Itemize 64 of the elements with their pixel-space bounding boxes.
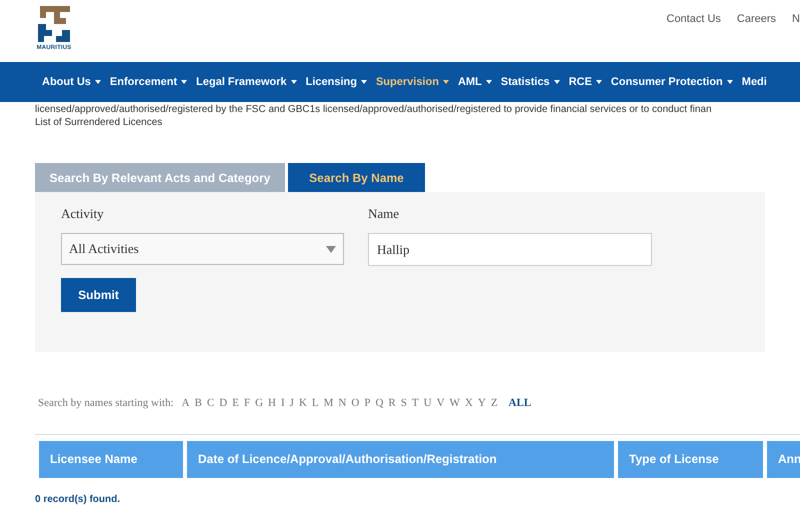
letter-link[interactable]: F [244, 395, 250, 412]
nav-item[interactable]: Legal Framework [196, 74, 297, 90]
letter-link[interactable]: R [388, 395, 396, 412]
nav-item[interactable]: AML [458, 74, 492, 90]
caret-icon [596, 80, 602, 84]
nav-item[interactable]: Consumer Protection [610, 74, 733, 90]
column-header: Type of License [618, 440, 763, 478]
caret-icon [290, 80, 297, 84]
activity-dropdown[interactable]: All Activities [61, 233, 344, 265]
letter-link[interactable]: W [450, 395, 460, 412]
letter-link[interactable]: I [281, 395, 285, 412]
nav-item[interactable]: About Us [42, 74, 101, 90]
letter-link[interactable]: D [219, 395, 228, 412]
nav-item[interactable]: Enforcement [110, 74, 188, 90]
letter-link[interactable]: C [206, 395, 214, 412]
intro-text: licensed/approved/authorised/registered by the FSC and GBC1s licensed/approved/authorised/registered to provide financial services or to conduct finan [35, 103, 712, 116]
letter-link[interactable]: E [232, 395, 239, 412]
letter-link[interactable]: M [324, 395, 334, 412]
column-header: Licensee Name [39, 440, 183, 478]
caret-icon [442, 80, 449, 84]
nav-item[interactable]: Medi [742, 74, 767, 90]
surrendered-licences-link[interactable]: List of Surrendered Licences [35, 116, 765, 129]
letters-label: Search by names starting with: [38, 396, 174, 411]
letter-link[interactable]: V [436, 395, 445, 412]
nav-item[interactable]: RCE [568, 74, 602, 90]
letter-link[interactable]: X [464, 395, 473, 412]
letter-link[interactable]: G [255, 395, 264, 412]
nav-item[interactable]: Supervision [376, 74, 449, 90]
letter-link[interactable]: N [338, 395, 346, 412]
letter-link[interactable]: H [268, 395, 276, 412]
letter-link[interactable]: P [364, 395, 370, 412]
top-link[interactable]: N [792, 11, 800, 28]
caret-icon [360, 80, 367, 84]
letter-link[interactable]: K [298, 395, 307, 412]
letter-link[interactable]: ALL [508, 395, 532, 412]
top-link[interactable]: Careers [736, 11, 776, 28]
letter-link[interactable]: J [290, 395, 294, 412]
caret-icon [94, 80, 101, 84]
letter-link[interactable]: A [182, 395, 190, 412]
nav-item[interactable]: Licensing [306, 74, 367, 90]
letter-link[interactable]: Y [478, 395, 486, 412]
letter-link[interactable]: Q [375, 395, 384, 412]
letter-link[interactable]: Z [490, 395, 498, 412]
letter-link[interactable]: U [424, 395, 432, 412]
caret-icon [326, 246, 336, 252]
letter-link[interactable]: L [312, 395, 319, 412]
top-link[interactable]: Contact Us [666, 11, 721, 28]
submit-button[interactable]: Submit [61, 278, 136, 312]
name-label: Name [368, 205, 400, 223]
caret-icon [486, 80, 492, 84]
caret-icon [181, 80, 188, 84]
letter-link[interactable]: B [194, 395, 202, 412]
letter-link[interactable]: O [351, 395, 360, 412]
letter-link[interactable]: T [412, 395, 419, 412]
caret-icon [554, 80, 560, 84]
column-header: Date of Licence/Approval/Authorisation/Registration [187, 440, 614, 478]
search-tab[interactable]: Search By Name [288, 163, 425, 192]
nav-item[interactable]: Statistics [500, 74, 560, 90]
caret-icon [726, 80, 733, 84]
name-field[interactable]: Hallip [368, 233, 652, 266]
logo-icon [36, 4, 72, 44]
activity-label: Activity [61, 205, 105, 223]
letter-link[interactable]: S [400, 395, 407, 412]
records-count: 0 record(s) found. [35, 492, 122, 506]
